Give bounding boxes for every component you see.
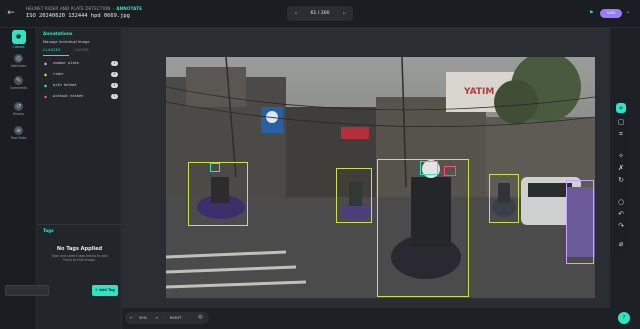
class-row-number-plate[interactable]: ◆ number plate 1: [43, 60, 118, 68]
rail-label: Attributes: [10, 64, 27, 68]
rail-item-raw-data[interactable]: ≡ Raw Data: [2, 124, 35, 146]
class-count-badge: 1: [111, 61, 118, 66]
cursor-icon[interactable]: ⌖: [616, 103, 626, 113]
rail-item-comments[interactable]: ✎ Comments: [2, 74, 35, 96]
smart-icon[interactable]: ↻: [616, 175, 626, 185]
save-button[interactable]: SAVE: [600, 9, 622, 18]
mode-label[interactable]: RIGHT: [170, 312, 181, 324]
rail-label: Classes: [12, 45, 25, 49]
undo-icon[interactable]: ↶: [616, 209, 626, 219]
tab-classes[interactable]: CLASSES: [43, 48, 61, 52]
bbox-rider[interactable]: [377, 159, 469, 297]
polygon-icon[interactable]: ⌗: [616, 129, 626, 139]
history-icon: ↺: [14, 102, 23, 111]
brush-icon[interactable]: ✧: [616, 151, 626, 161]
image-counter: 61 / 300: [310, 11, 330, 16]
rail-item-classes[interactable]: ● Classes: [2, 30, 35, 52]
panel-tabs: CLASSES LAYERS: [43, 48, 118, 56]
add-tag-button[interactable]: + Add Tag: [92, 285, 118, 296]
left-rail: ● Classes ◎ Attributes ✎ Comments ↺ Hist…: [0, 28, 37, 329]
bbox-without-helmet[interactable]: [444, 166, 456, 176]
next-image-button[interactable]: ›: [337, 6, 351, 21]
box-icon[interactable]: ▢: [616, 117, 626, 127]
rail-label: History: [12, 112, 25, 116]
redo-icon[interactable]: ↷: [616, 221, 626, 231]
help-icon[interactable]: ?: [618, 312, 630, 324]
zoom-level[interactable]: 50%: [139, 312, 147, 324]
breadcrumb: HELMET RIDER AND PLATE DETECTION › ANNOTAT…: [26, 6, 143, 11]
tag-input[interactable]: [5, 285, 49, 296]
bottom-bar: ← 50% ↗ · RIGHT ◎ ?: [122, 308, 640, 329]
menu-caret-icon[interactable]: ⌄: [626, 9, 630, 15]
breadcrumb-project[interactable]: HELMET RIDER AND PLATE DETECTION: [26, 6, 111, 11]
class-count-badge: 5: [111, 72, 118, 77]
active-tab-underline: [43, 55, 69, 56]
back-arrow-icon[interactable]: ←: [5, 7, 17, 19]
tags-title: Tags: [43, 228, 54, 233]
no-tags-help: Type and select tags below to add them t…: [51, 254, 108, 263]
comments-icon: ✎: [14, 76, 23, 85]
class-color-dot-icon: ◆: [44, 83, 48, 88]
class-name: number plate: [53, 61, 79, 65]
flag-icon[interactable]: ⚑: [589, 10, 595, 16]
rail-item-history[interactable]: ↺ History: [2, 100, 35, 122]
class-color-dot-icon: ◆: [44, 94, 48, 99]
class-count-badge: 1: [111, 94, 118, 99]
rail-item-attributes[interactable]: ◎ Attributes: [2, 52, 35, 74]
rail-label: Comments: [9, 86, 28, 90]
panel-subtitle: Manage Individual Image: [43, 40, 90, 44]
class-color-dot-icon: ◆: [44, 61, 48, 66]
bbox-number-plate[interactable]: [566, 180, 594, 264]
bbox-rider[interactable]: [336, 168, 372, 223]
class-count-badge: 4: [111, 83, 118, 88]
classes-icon: ●: [11, 30, 26, 44]
attributes-icon: ◎: [14, 54, 23, 63]
comment-icon[interactable]: ○: [616, 197, 626, 207]
settings-circle-icon[interactable]: ◎: [195, 312, 206, 323]
class-name: rider: [53, 72, 64, 76]
svg-text:YATIM: YATIM: [463, 87, 494, 97]
right-toolbar: ⌖ ▢ ⌗ ✧ ✗ ↻ ○ ↶ ↷ ⌀: [613, 99, 629, 255]
class-row-without-helmet[interactable]: ◆ without helmet 1: [43, 93, 118, 101]
pan-left-icon[interactable]: ←: [130, 312, 133, 324]
fit-icon[interactable]: ↗: [155, 312, 158, 324]
class-row-rider[interactable]: ◆ rider 5: [43, 71, 118, 79]
bbox-with-helmet[interactable]: [210, 163, 220, 172]
image-filename: ISO 20240620 132444 hpd 0669.jpg: [26, 13, 130, 19]
class-color-dot-icon: ◆: [44, 72, 48, 77]
breadcrumb-annotate: ANNOTATE: [116, 6, 143, 11]
raw-data-icon: ≡: [14, 126, 23, 135]
no-tags-title: No Tags Applied: [56, 246, 103, 252]
bbox-rider[interactable]: [489, 174, 519, 223]
bbox-with-helmet[interactable]: [420, 161, 438, 175]
magic-icon[interactable]: ✗: [616, 163, 626, 173]
tags-divider: [37, 224, 122, 225]
panel-title: Annotations: [43, 32, 73, 37]
annotations-panel: Annotations Manage Individual Image CLAS…: [37, 28, 122, 329]
class-name: with helmet: [53, 83, 77, 87]
class-row-with-helmet[interactable]: ◆ with helmet 4: [43, 82, 118, 90]
image-pager: ‹ 61 / 300 ›: [287, 6, 353, 21]
tab-layers[interactable]: LAYERS: [74, 48, 89, 52]
separator: ·: [164, 316, 166, 320]
hide-icon[interactable]: ⌀: [616, 239, 626, 249]
rail-label: Raw Data: [10, 136, 27, 140]
top-header: ← HELMET RIDER AND PLATE DETECTION › ANNOT…: [0, 0, 640, 28]
class-name: without helmet: [53, 94, 84, 98]
